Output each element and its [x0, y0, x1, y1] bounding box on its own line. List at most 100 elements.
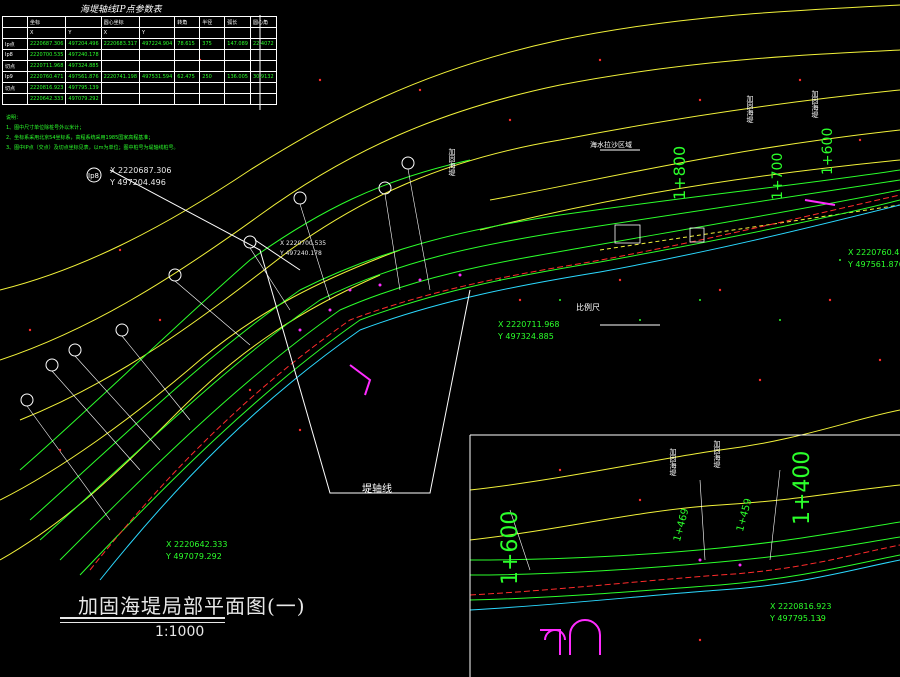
note-line: 说明： — [6, 115, 22, 121]
coord-ip8-x: X 2220687.306 — [110, 166, 172, 175]
table-cell: 22.4072 — [249, 38, 277, 50]
table-cell: 切点 — [2, 82, 28, 94]
coord-right-x: X 2220760.471 — [848, 248, 900, 257]
table-cell — [199, 93, 226, 105]
table-header-cell: 弧长 — [224, 16, 251, 28]
table-row: 切点 2220816.923 497795.139 — [2, 82, 277, 94]
chainage-label: 1+600 — [820, 127, 836, 175]
table-cell: 62.475 — [174, 71, 201, 83]
area-label: 海水拉沙区域 — [590, 141, 632, 149]
table-cell — [174, 49, 201, 61]
vertical-label: 加固海堤 — [448, 148, 456, 176]
chainage-label: 1+600 — [498, 510, 523, 585]
table-row: 切点 2220711.968 497324.885 — [2, 60, 277, 72]
table-cell — [174, 93, 201, 105]
table-cell — [249, 49, 277, 61]
table-cell — [100, 60, 141, 72]
table-cell — [199, 49, 226, 61]
table-header-cell: 圆心坐标 — [100, 16, 141, 28]
coord-inset-x: X 2220816.923 — [770, 602, 832, 611]
table-cell — [249, 60, 277, 72]
chainage-label: 1+800 — [670, 145, 689, 200]
axis-label: 堤轴线 — [362, 484, 392, 495]
table-cell: 250 — [199, 71, 226, 83]
table-cell — [100, 82, 141, 94]
drawing-scale: 1:1000 — [155, 624, 205, 640]
table-header-cell: 转角 — [174, 16, 201, 28]
table-header-cell: 半径 — [199, 16, 226, 28]
table-header-cell: 坐标 — [26, 16, 67, 28]
table-cell: 切点 — [2, 60, 28, 72]
table-cell: 497561.876 — [65, 71, 102, 83]
table-cell — [139, 49, 176, 61]
table-cell: 497224.904 — [139, 38, 176, 50]
table-cell: 2220760.471 — [26, 71, 67, 83]
coord-mid-x: X 2220711.968 — [498, 320, 560, 329]
table-cell — [139, 60, 176, 72]
coord-right-y: Y 497561.876 — [848, 260, 900, 269]
drawing-notes: 说明： 1、图中尺寸单位除桩号外以米计； 2、坐标系采用北京54坐标系，高程系统… — [6, 113, 179, 153]
table-cell: Y — [139, 27, 176, 39]
table-row: 2220642.333 497079.292 — [2, 93, 277, 105]
table-cell — [199, 27, 226, 39]
chainage-label: 1+400 — [790, 450, 815, 525]
table-cell — [174, 27, 201, 39]
table-subheader-row: X Y X Y — [2, 27, 277, 39]
note-line: 2、坐标系采用北京54坐标系，高程系统采用1985国家高程基准； — [6, 135, 154, 141]
title-underline — [60, 622, 225, 623]
table-header-cell: 圆心角 — [249, 16, 277, 28]
table-row: Ip8 2220700.535 497240.178 — [2, 49, 277, 61]
table-cell — [2, 27, 28, 39]
table-cell: 497240.178 — [65, 49, 102, 61]
magenta-features — [349, 199, 836, 655]
table-cell — [249, 27, 277, 39]
table-cell: Ip点 — [2, 38, 28, 50]
table-cell — [199, 82, 226, 94]
table-cell — [139, 82, 176, 94]
table-cell: 2220711.968 — [26, 60, 67, 72]
table-cell — [224, 60, 251, 72]
table-cell — [224, 49, 251, 61]
table-cell — [199, 60, 226, 72]
table-cell: 497079.292 — [65, 93, 102, 105]
table-header-cell — [65, 16, 102, 28]
table-cell: Y — [65, 27, 102, 39]
table-cell — [224, 82, 251, 94]
table-title: 海堤轴线IP点参数表 — [80, 5, 162, 15]
vertical-label: 加固海堤 — [713, 440, 721, 468]
note-line: 3、图中IP点（交点）及切点坐标见表，以m为单位；图中桩号为堤轴线桩号。 — [6, 145, 179, 151]
coord-ipb-x: X 2220700.535 — [280, 240, 327, 247]
table-cell — [174, 82, 201, 94]
table-cell: 2220816.923 — [26, 82, 67, 94]
table-cell: 136.005 — [224, 71, 251, 83]
table-cell: X — [26, 27, 67, 39]
table-cell: 2220683.317 — [100, 38, 141, 50]
scale-bar-label: 比例尺 — [576, 303, 600, 312]
table-cell — [224, 27, 251, 39]
table-cell: 497531.594 — [139, 71, 176, 83]
vertical-label: 加固海堤 — [669, 448, 677, 476]
table-cell: 2220642.333 — [26, 93, 67, 105]
table-cell: 375 — [199, 38, 226, 50]
table-cell — [249, 93, 277, 105]
table-header-row: 坐标 圆心坐标 转角 半径 弧长 圆心角 — [2, 16, 277, 28]
table-cell: 30.9132 — [249, 71, 277, 83]
coord-bottom-x: X 2220642.333 — [166, 540, 228, 549]
vertical-label: 加固海堤 — [811, 90, 819, 118]
table-cell: 147.089 — [224, 38, 251, 50]
table-row: Ip9 2220760.471 497561.876 2220741.198 4… — [2, 71, 277, 83]
coord-mid-y: Y 497324.885 — [498, 332, 554, 341]
coord-ip8-y: Y 497204.496 — [110, 178, 166, 187]
title-underline — [60, 617, 225, 619]
red-lines — [89, 194, 900, 596]
table-cell — [2, 93, 28, 105]
coord-bottom-y: Y 497079.292 — [166, 552, 222, 561]
table-cell: 497204.496 — [65, 38, 102, 50]
green-contours — [19, 159, 900, 601]
table-cell — [100, 49, 141, 61]
table-header-cell — [2, 16, 28, 28]
table-cell: 497795.139 — [65, 82, 102, 94]
vertical-label: 加固海堤 — [746, 95, 754, 123]
table-cell: X — [100, 27, 141, 39]
table-cell: 78.615 — [174, 38, 201, 50]
